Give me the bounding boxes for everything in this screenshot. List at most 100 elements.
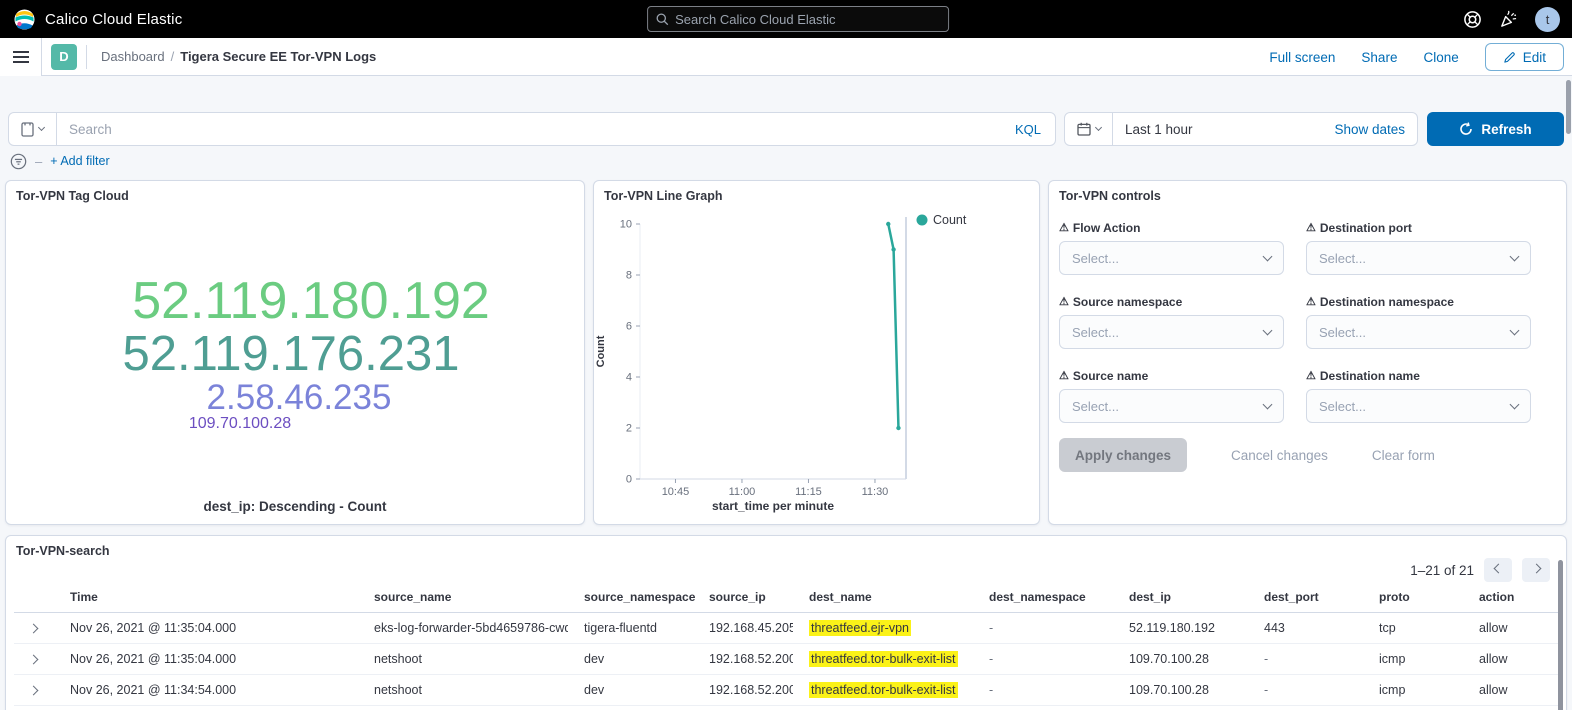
breadcrumb-dashboard-link[interactable]: Dashboard [101,49,165,64]
table-scrollbar[interactable] [1558,560,1563,710]
cell-source_name: eks-log-forwarder-5bd4659786-cwd2r [358,613,568,644]
svg-text:Count: Count [933,213,967,227]
row-expand-button[interactable] [14,613,54,644]
svg-text:11:00: 11:00 [729,486,756,498]
tag-cloud-word[interactable]: 52.119.176.231 [123,329,460,380]
chevron-down-icon [1094,124,1101,131]
calendar-menu-button[interactable] [1065,113,1113,145]
controls-buttons: Apply changes Cancel changes Clear form [1059,438,1435,472]
cell-dest_namespace: - [973,613,1113,644]
cell-source_namespace: tigera-fluentd [568,613,693,644]
dashboard-app-badge[interactable]: D [51,44,77,70]
highlighted-dest-name: threatfeed.tor-bulk-exit-list [809,651,958,667]
cell-dest_port: - [1248,675,1363,706]
tag-cloud-word[interactable]: 2.58.46.235 [207,380,392,416]
global-search-input[interactable] [675,12,940,27]
filter-options-icon[interactable] [10,153,27,170]
cell-time: Nov 26, 2021 @ 11:35:04.000 [54,613,358,644]
cell-source_namespace: dev [568,644,693,675]
apply-changes-button[interactable]: Apply changes [1059,438,1187,472]
cell-proto: tcp [1363,613,1463,644]
svg-text:2: 2 [626,423,632,435]
kql-language-button[interactable]: KQL [1001,122,1055,137]
show-dates-link[interactable]: Show dates [1334,122,1417,137]
time-range-value[interactable]: Last 1 hour [1113,122,1334,137]
news-cheer-icon[interactable] [1499,10,1518,29]
chevron-right-icon [29,686,39,696]
table-pagination: 1–21 of 21 [1410,558,1550,582]
pagination-prev-button[interactable] [1484,558,1512,582]
chevron-down-icon [38,124,45,131]
full-screen-link[interactable]: Full screen [1269,50,1335,65]
refresh-button[interactable]: Refresh [1427,112,1564,146]
control-select-destination-namespace[interactable]: Select... [1306,315,1531,349]
svg-text:11:15: 11:15 [795,486,822,498]
control-select-destination-name[interactable]: Select... [1306,389,1531,423]
line-graph-panel: Tor-VPN Line Graph 024681010:4511:0011:1… [593,180,1040,525]
select-placeholder: Select... [1072,251,1119,266]
user-avatar[interactable]: t [1535,7,1560,32]
line-graph-panel-title: Tor-VPN Line Graph [604,189,723,203]
control-field: ⚠Flow Action Select... [1059,221,1284,275]
top-right-icons: t [1463,0,1560,38]
svg-text:11:30: 11:30 [862,486,889,498]
chevron-down-icon [1510,400,1520,410]
cell-dest_namespace: - [973,675,1113,706]
clone-link[interactable]: Clone [1423,50,1458,65]
menu-hamburger-icon[interactable] [0,38,42,76]
warning-icon: ⚠ [1306,371,1316,382]
controls-panel: Tor-VPN controls ⚠Flow ActionSelect...⚠D… [1048,180,1567,525]
top-header-bar: Calico Cloud Elastic [0,0,1572,38]
controls-grid: ⚠Flow ActionSelect...⚠Destination portSe… [1059,221,1531,423]
help-life-ring-icon[interactable] [1463,10,1482,29]
chevron-right-icon [29,624,39,634]
column-header-time: Time [54,584,358,613]
control-field-label: ⚠Destination name [1306,369,1531,383]
cell-dest_name: threatfeed.ejr-vpn [793,613,973,644]
svg-text:6: 6 [626,321,632,333]
add-filter-link[interactable]: + Add filter [50,154,109,168]
cell-dest_ip: 109.70.100.28 [1113,644,1248,675]
select-placeholder: Select... [1319,251,1366,266]
saved-query-menu-button[interactable] [9,113,57,145]
edit-button[interactable]: Edit [1485,43,1564,71]
svg-text:10: 10 [620,219,632,231]
tag-cloud-word[interactable]: 109.70.100.28 [189,416,291,433]
control-field: ⚠Destination namespaceSelect... [1306,295,1531,349]
chevron-down-icon [1263,252,1273,262]
global-search-box [647,6,949,32]
kql-search-input[interactable] [57,122,1001,137]
control-select-destination-port[interactable]: Select... [1306,241,1531,275]
pagination-next-button[interactable] [1522,558,1550,582]
control-select-flow-action[interactable]: Select... [1059,241,1284,275]
row-expand-button[interactable] [14,675,54,706]
warning-icon: ⚠ [1306,223,1316,234]
cell-dest_ip: 52.119.180.192 [1113,613,1248,644]
cancel-changes-button[interactable]: Cancel changes [1231,448,1328,463]
cell-time: Nov 26, 2021 @ 11:34:54.000 [54,675,358,706]
cell-dest_ip: 109.70.100.28 [1113,675,1248,706]
query-bar: KQL Last 1 hour Show dates Refresh [8,112,1564,146]
page-scrollbar[interactable] [1566,80,1571,134]
control-field: ⚠Destination name Select... [1306,369,1531,423]
warning-icon: ⚠ [1306,297,1316,308]
cell-dest_name: threatfeed.tor-bulk-exit-list [793,675,973,706]
filter-row: – + Add filter [10,152,110,170]
tag-cloud-word[interactable]: 52.119.180.192 [132,274,490,328]
control-field: ⚠Destination portSelect... [1306,221,1531,275]
share-link[interactable]: Share [1361,50,1397,65]
nav-actions: Full screen Share Clone Edit [1269,38,1564,76]
clear-form-button[interactable]: Clear form [1372,448,1435,463]
tag-cloud-panel: Tor-VPN Tag Cloud 52.119.180.19252.119.1… [5,180,585,525]
control-field-label: ⚠Flow Action [1059,221,1284,235]
column-header-dest_ip: dest_ip [1113,584,1248,613]
row-expand-button[interactable] [14,644,54,675]
calendar-icon [1077,122,1091,136]
control-select-source-name[interactable]: Select... [1059,389,1284,423]
cell-action: allow [1463,675,1562,706]
chevron-right-icon [29,655,39,665]
cell-action: allow [1463,644,1562,675]
tag-cloud: 52.119.180.19252.119.176.2312.58.46.2351… [6,229,584,478]
control-select-source-namespace[interactable]: Select... [1059,315,1284,349]
table-header-row: Timesource_namesource_namespacesource_ip… [14,584,1562,613]
